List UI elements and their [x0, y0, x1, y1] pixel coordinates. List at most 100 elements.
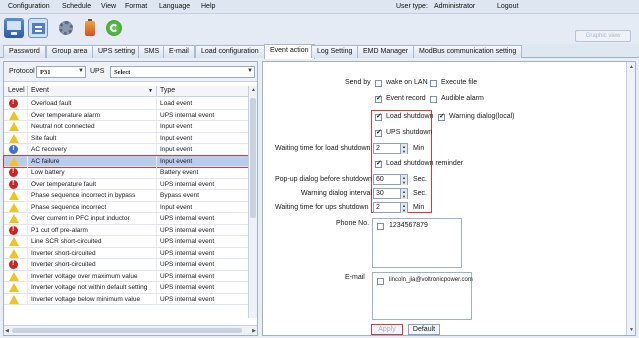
apply-button[interactable]: Apply: [371, 324, 403, 335]
graphic-view-button[interactable]: Graphic view: [575, 30, 631, 42]
info-icon: [9, 145, 18, 154]
wait-load-input[interactable]: 2 ▲ ▼: [373, 143, 408, 154]
type-cell: UPS internal event: [160, 272, 215, 280]
spin-down-icon[interactable]: ▼: [400, 149, 407, 154]
column-event[interactable]: Event: [31, 87, 49, 94]
load-shutdown-checkbox[interactable]: [375, 112, 382, 121]
table-row[interactable]: Site fault Input event: [4, 132, 248, 144]
warning-dialog-checkbox[interactable]: [438, 112, 445, 121]
table-row[interactable]: Phase sequence incorrect Input event: [4, 201, 248, 213]
audible-alarm-label: Audible alarm: [441, 95, 484, 102]
table-row[interactable]: AC failure Input event: [3, 154, 249, 168]
spin-down-icon[interactable]: ▼: [400, 194, 407, 199]
tab-event-action[interactable]: Event action: [264, 44, 315, 59]
menu-format[interactable]: Format: [125, 3, 147, 10]
menu-configuration[interactable]: Configuration: [8, 3, 50, 10]
tab-log-setting[interactable]: Log Setting: [311, 45, 359, 58]
tab-group-area[interactable]: Group area: [46, 45, 94, 58]
phone-checkbox[interactable]: [377, 223, 384, 230]
email-list[interactable]: lincoln_jia@voltronicpower.com: [372, 272, 473, 320]
spin-down-icon[interactable]: ▼: [400, 180, 407, 185]
table-row[interactable]: P1 cut off pre-alarm UPS internal event: [4, 224, 248, 236]
popup-input[interactable]: 60 ▲ ▼: [373, 174, 408, 185]
type-cell: Input event: [160, 123, 193, 130]
protocol-select[interactable]: P31 ▼: [36, 66, 86, 78]
phone-list[interactable]: 1234567879: [372, 218, 462, 268]
table-row[interactable]: Inverter voltage over maximum value UPS i…: [4, 270, 248, 282]
table-row[interactable]: Neutral not connected Input event: [4, 121, 248, 133]
column-level[interactable]: Level: [8, 87, 25, 94]
event-cell: Inverter voltage not within default sett…: [31, 284, 148, 291]
scroll-left-icon[interactable]: ◀: [5, 328, 9, 334]
menu-help[interactable]: Help: [201, 3, 215, 10]
event-record-checkbox[interactable]: [375, 94, 382, 103]
event-cell: Over temperature alarm: [31, 111, 100, 119]
scroll-thumb[interactable]: [250, 98, 256, 218]
menu-language[interactable]: Language: [159, 3, 190, 10]
chevron-down-icon[interactable]: ▼: [148, 88, 153, 94]
table-row[interactable]: Overload fault Load event: [4, 98, 248, 110]
table-row[interactable]: Inverter short-circuited UPS internal eve…: [4, 247, 248, 259]
menu-bar: Configuration Schedule View Format Langu…: [0, 0, 639, 14]
table-row[interactable]: Phase sequence incorrect in bypass Bypass…: [4, 190, 248, 202]
wait-ups-input[interactable]: 2 ▲ ▼: [373, 202, 408, 213]
table-row[interactable]: Low battery Battery event: [4, 167, 248, 179]
event-cell: P1 cut off pre-alarm: [31, 226, 88, 234]
type-cell: UPS internal event: [160, 111, 215, 119]
scroll-thumb[interactable]: [12, 328, 242, 333]
table-row[interactable]: Inverter voltage not within default sett…: [4, 282, 248, 294]
tab-password[interactable]: Password: [3, 45, 46, 58]
table-row[interactable]: Over temperature alarm UPS internal event: [4, 109, 248, 121]
scroll-right-icon[interactable]: ▶: [252, 328, 256, 334]
table-row[interactable]: Over temperature fault UPS internal event: [4, 178, 248, 190]
event-cell: AC recovery: [31, 146, 67, 153]
tab-load-configuration[interactable]: Load configuration: [195, 45, 265, 58]
tab-ups-setting[interactable]: UPS setting: [92, 45, 141, 58]
logout-link[interactable]: Logout: [497, 3, 518, 10]
warn-interval-input[interactable]: 30 ▲ ▼: [373, 188, 408, 199]
email-checkbox[interactable]: [377, 278, 384, 285]
tab-sms[interactable]: SMS: [138, 45, 166, 58]
warn-interval-label: Warning dialog interval: [301, 190, 372, 197]
audible-alarm-checkbox[interactable]: [430, 96, 437, 103]
type-cell: UPS internal event: [160, 249, 215, 257]
table-row[interactable]: AC recovery Input event: [4, 144, 248, 156]
ups-select[interactable]: Select ▼: [110, 66, 255, 78]
table-row[interactable]: Inverter short-circuited UPS internal eve…: [4, 259, 248, 271]
min-unit: Min: [413, 145, 425, 152]
type-cell: UPS internal event: [160, 261, 215, 268]
vertical-scrollbar[interactable]: ▲ ▼: [626, 62, 635, 335]
battery-icon[interactable]: [80, 18, 100, 38]
configuration-icon[interactable]: [28, 18, 48, 38]
event-list-panel: Protocol P31 ▼ UPS Select ▼ Level Event ▼ …: [3, 61, 258, 336]
menu-view[interactable]: View: [101, 3, 116, 10]
menu-schedule[interactable]: Schedule: [62, 3, 91, 10]
execute-file-checkbox[interactable]: [430, 80, 437, 87]
scroll-up-icon[interactable]: ▲: [251, 87, 256, 93]
wake-on-lan-label: wake on LAN: [386, 79, 428, 86]
vertical-scrollbar[interactable]: ▲: [248, 86, 257, 318]
spin-down-icon[interactable]: ▼: [400, 208, 407, 213]
table-row[interactable]: Inverter voltage below minimum value UPS …: [4, 293, 248, 305]
scroll-up-icon[interactable]: ▲: [629, 64, 634, 70]
column-type[interactable]: Type: [160, 87, 175, 94]
table-row[interactable]: Over current in PFC input inductor UPS in…: [4, 213, 248, 225]
phone-entry: 1234567879: [389, 222, 428, 229]
warning-icon: [9, 110, 19, 120]
wake-on-lan-checkbox[interactable]: [375, 80, 382, 87]
tab-email[interactable]: E-mail: [163, 45, 195, 58]
gear-icon[interactable]: [56, 18, 76, 38]
event-record-label: Event record: [386, 95, 426, 102]
default-button[interactable]: Default: [408, 324, 440, 335]
table-row[interactable]: Line SCR short-circuited UPS internal eve…: [4, 236, 248, 248]
horizontal-scrollbar[interactable]: ◀ ▶: [4, 325, 257, 335]
monitor-icon[interactable]: [4, 18, 24, 38]
tab-modbus-setting[interactable]: ModBus communication setting: [413, 45, 523, 58]
scroll-down-icon[interactable]: ▼: [629, 327, 634, 333]
tab-emd-manager[interactable]: EMD Manager: [357, 45, 415, 58]
refresh-icon[interactable]: [104, 18, 124, 38]
event-cell: Overload fault: [31, 100, 72, 107]
load-shutdown-reminder-checkbox[interactable]: [375, 159, 382, 168]
ups-shutdown-checkbox[interactable]: [375, 128, 382, 137]
type-cell: UPS internal event: [160, 215, 215, 222]
